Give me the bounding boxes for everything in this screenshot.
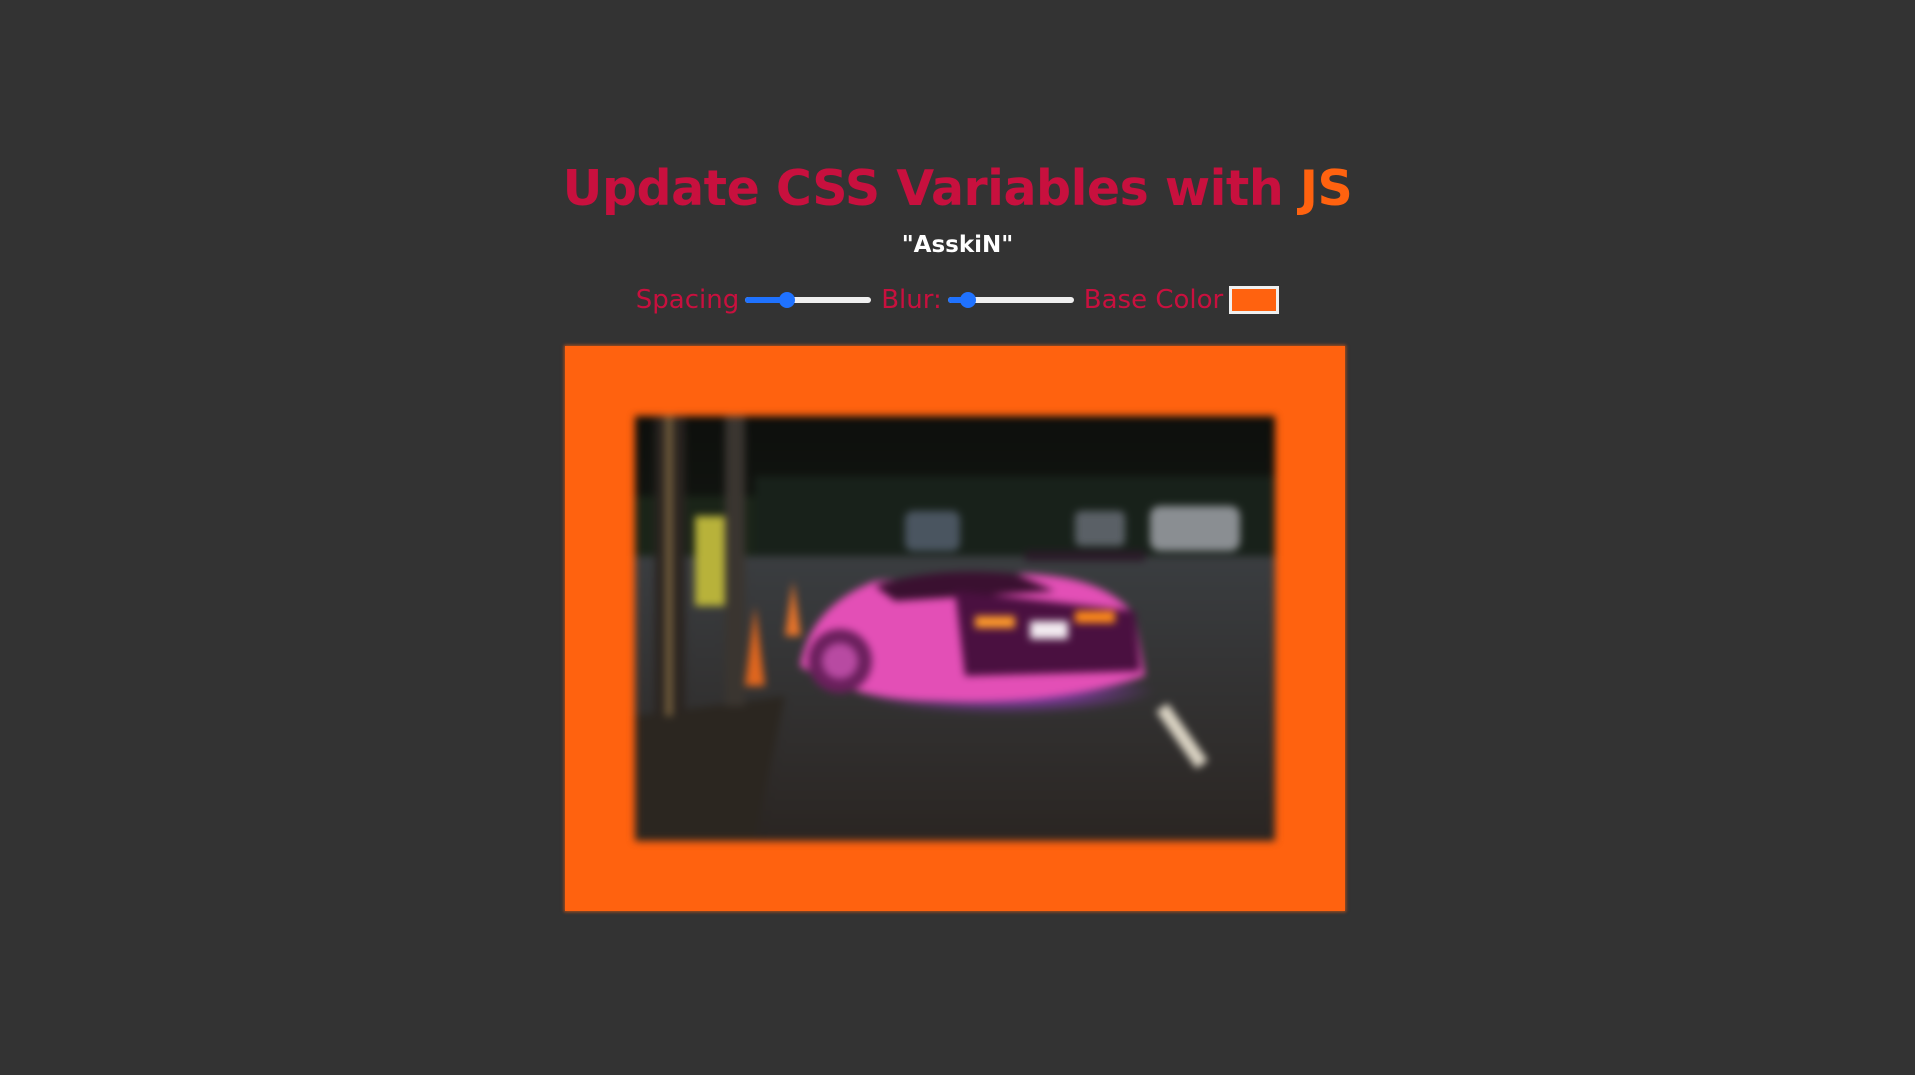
image-frame [565,346,1345,911]
base-color-label: Base Color [1083,285,1224,315]
spacing-slider-thumb[interactable] [778,292,795,308]
spacing-slider[interactable] [745,290,872,310]
spacing-label: Spacing [635,285,740,315]
blur-slider[interactable] [947,290,1074,310]
author-name: "AsskiN" [901,232,1014,258]
base-color-picker[interactable] [1229,286,1280,314]
page-title-highlight: JS [1299,160,1353,217]
car-photo [635,416,1275,841]
page-title-text: Update CSS Variables with [562,160,1300,217]
blur-slider-thumb[interactable] [959,292,976,308]
page: Update CSS Variables with JS "AsskiN" Sp… [0,0,1915,1075]
page-title: Update CSS Variables with JS [0,156,1915,222]
controls-bar: Spacing Blur: Base Color [0,280,1915,320]
blur-label: Blur: [881,285,942,315]
